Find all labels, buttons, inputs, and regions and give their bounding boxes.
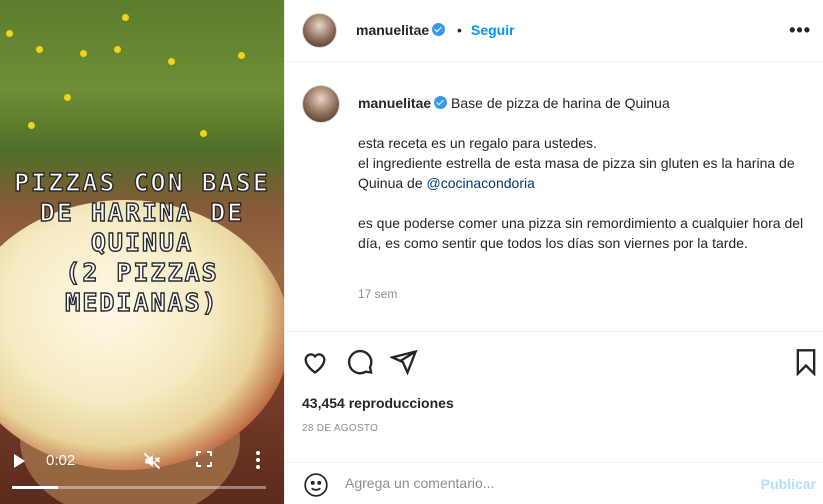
post-header: manuelitae • Seguir ••• (285, 0, 823, 62)
flower (238, 52, 245, 59)
comment-icon[interactable] (346, 348, 374, 376)
flower (114, 46, 121, 53)
video-player[interactable]: PIZZAS CON BASE DE HARINA DE QUINUA (2 P… (0, 0, 284, 504)
caption-line-text: el ingrediente estrella de esta masa de … (358, 155, 795, 191)
caption-timestamp[interactable]: 17 sem (358, 287, 397, 301)
views-count[interactable]: 43,454 reproducciones (302, 395, 454, 411)
heart-icon[interactable] (301, 348, 329, 376)
comment-input[interactable] (345, 475, 745, 491)
verified-icon (434, 96, 448, 109)
flower (28, 122, 35, 129)
avatar[interactable] (302, 13, 337, 48)
header-user[interactable]: manuelitae (356, 22, 446, 38)
caption-paragraph: es que poderse comer una pizza sin remor… (358, 215, 804, 251)
flower (80, 50, 87, 57)
caption-username[interactable]: manuelitae (358, 95, 431, 111)
post-panel: manuelitae • Seguir ••• manuelitae Base … (284, 0, 823, 504)
muted-icon[interactable] (142, 451, 162, 471)
flower (168, 58, 175, 65)
separator-dot: • (457, 22, 462, 38)
action-bar (285, 332, 823, 392)
caption-paragraph: esta receta es un regalo para ustedes. e… (358, 133, 808, 193)
video-controls: 0:02 (0, 446, 284, 504)
caption-title: Base de pizza de harina de Quinua (451, 95, 670, 111)
flower (64, 94, 71, 101)
header-username[interactable]: manuelitae (356, 22, 429, 38)
flower (122, 14, 129, 21)
mention-link[interactable]: @cocinacondoria (427, 175, 535, 191)
emoji-icon[interactable] (303, 472, 329, 498)
bookmark-icon[interactable] (792, 348, 820, 376)
fullscreen-icon[interactable] (196, 451, 212, 467)
share-icon[interactable] (390, 348, 418, 376)
caption: manuelitae Base de pizza de harina de Qu… (285, 62, 823, 332)
video-overlay-text: PIZZAS CON BASE DE HARINA DE QUINUA (2 P… (13, 167, 270, 317)
flower (200, 130, 207, 137)
flower (36, 46, 43, 53)
verified-icon (432, 23, 446, 36)
caption-avatar[interactable] (302, 85, 340, 123)
caption-line: el ingrediente estrella de esta masa de … (358, 153, 808, 193)
follow-button[interactable]: Seguir (471, 22, 515, 38)
more-vertical-icon[interactable] (248, 450, 268, 470)
caption-line: esta receta es un regalo para ustedes. (358, 135, 597, 151)
video-progress-bar[interactable] (12, 486, 266, 489)
caption-text: manuelitae Base de pizza de harina de Qu… (358, 93, 808, 253)
video-progress-fill (12, 486, 58, 489)
comment-bar: Publicar (285, 462, 823, 504)
publish-button[interactable]: Publicar (761, 476, 816, 492)
post-date[interactable]: 28 DE AGOSTO (302, 423, 378, 434)
video-time: 0:02 (46, 452, 76, 469)
flower (6, 30, 13, 37)
more-options-icon[interactable]: ••• (789, 20, 811, 41)
play-icon[interactable] (14, 454, 25, 468)
